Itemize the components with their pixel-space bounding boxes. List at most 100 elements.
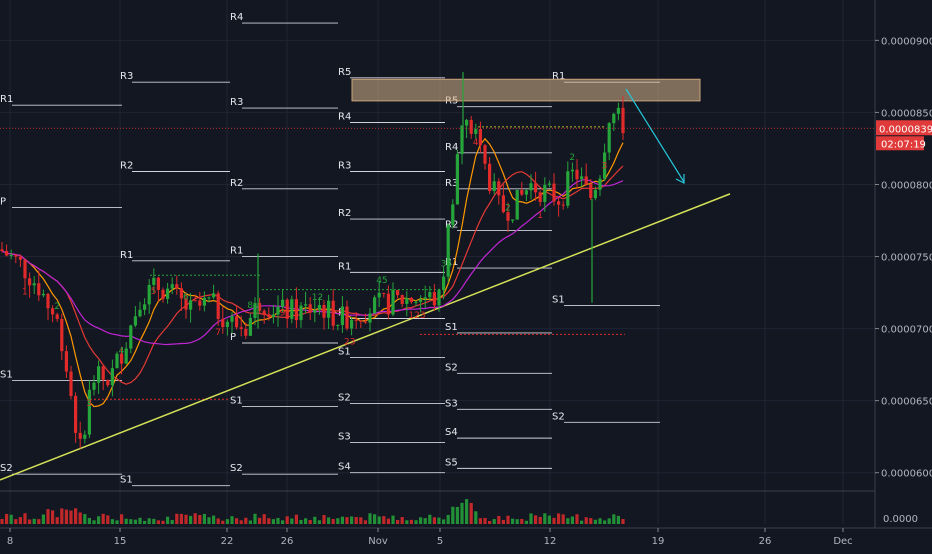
candle-body (336, 325, 340, 327)
volume-bar (193, 513, 197, 524)
volume-bar (138, 517, 142, 524)
volume-bar (239, 520, 243, 524)
candle-body (331, 300, 335, 326)
volume-bar (267, 518, 271, 524)
x-tick-label: Nov (368, 536, 388, 547)
volume-bar (570, 516, 574, 524)
volume-bar (46, 509, 50, 524)
candle-body (396, 290, 400, 296)
candle-body (400, 295, 404, 304)
pivot-label: S5 (445, 457, 458, 468)
volume-bar (363, 520, 367, 524)
candle-body (566, 171, 570, 206)
candle-body (474, 129, 478, 134)
volume-bar (589, 518, 593, 524)
volume-bar (189, 515, 193, 524)
volume-bar (603, 520, 607, 524)
candle-body (41, 293, 45, 296)
volume-bar (336, 518, 340, 524)
volume-bar (0, 519, 4, 524)
pivot-label: R3 (338, 161, 351, 172)
moving-average-line (1, 178, 624, 346)
td-count-label: 1 (22, 287, 28, 297)
volume-bar (161, 520, 165, 524)
volume-bar (575, 514, 579, 524)
volume-bar (87, 517, 91, 524)
volume-bar (396, 520, 400, 524)
candle-body (363, 321, 367, 323)
td-count-label: 4 (473, 138, 479, 148)
volume-bar (317, 520, 321, 524)
candle-body (133, 316, 137, 326)
candle-body (322, 304, 326, 318)
volume-bar (129, 519, 133, 524)
price-chart[interactable]: R1PS1S2R3R2R1S1R4R3R2R1PS1S2R5R4R3R2R1PS… (0, 0, 932, 550)
forecast-arrow[interactable] (625, 88, 685, 184)
candle-body (143, 304, 147, 310)
candle-body (327, 300, 331, 318)
volume-bar (419, 517, 423, 524)
candle-body (193, 300, 197, 302)
td-count-label: 9 (280, 309, 286, 319)
volume-bar (538, 516, 542, 524)
candle-body (281, 299, 285, 307)
volume-bar (543, 513, 547, 524)
volume-bar (64, 509, 68, 524)
volume-bar (607, 518, 611, 524)
volume-bar (409, 519, 413, 524)
pivot-label: P (230, 332, 236, 343)
candle-body (520, 189, 524, 195)
td-count-label: 123 (408, 311, 425, 321)
x-tick-label: Dec (833, 536, 852, 547)
volume-bar (483, 517, 487, 524)
candle-body (442, 276, 446, 291)
volume-bar (561, 514, 565, 524)
volume-bar (147, 518, 151, 524)
volume-bar (276, 517, 280, 524)
candle-body (350, 319, 354, 329)
y-tick-label: 0.00007500 (881, 253, 932, 264)
td-count-label: 45 (376, 276, 387, 286)
trendline[interactable] (0, 193, 731, 481)
td-count-label: 8 (247, 301, 253, 311)
volume-bar (322, 514, 326, 524)
candle-body (32, 283, 36, 286)
resistance-zone[interactable] (351, 78, 701, 102)
x-tick-label: 15 (114, 536, 127, 547)
volume-bar (340, 516, 344, 524)
candle-body (593, 189, 597, 199)
td-count-label: 2 (505, 204, 511, 214)
volume-bar (106, 515, 110, 524)
volume-bar (593, 519, 597, 524)
pivot-label: S1 (445, 322, 458, 333)
volume-pane (0, 499, 625, 524)
candle-body (497, 181, 501, 196)
pivot-label: R1 (338, 261, 351, 272)
candle-body (529, 183, 533, 191)
candle-body (488, 163, 492, 192)
pivot-label: S2 (0, 463, 13, 474)
volume-bar (207, 517, 211, 524)
volume-bar (377, 516, 381, 524)
candle-body (78, 432, 82, 439)
candle-body (432, 292, 436, 306)
x-tick-label: 8 (7, 536, 13, 547)
candle-body (271, 314, 275, 318)
volume-bar (258, 517, 262, 524)
volume-bar (115, 520, 119, 524)
td-count-label: 3 (602, 161, 608, 171)
volume-bar (373, 514, 377, 524)
volume-bar (428, 514, 432, 524)
candle-body (221, 318, 225, 328)
volume-bar (299, 519, 303, 524)
td-count-label: 1 (537, 211, 543, 221)
volume-bar (175, 513, 179, 524)
candle-body (478, 129, 482, 146)
candle-body (313, 309, 317, 313)
volume-bar (83, 514, 87, 524)
volume-bar (465, 499, 469, 524)
volume-bar (166, 516, 170, 524)
volume-bar (120, 514, 124, 524)
volume-bar (78, 512, 82, 524)
pivot-label: R2 (230, 178, 243, 189)
